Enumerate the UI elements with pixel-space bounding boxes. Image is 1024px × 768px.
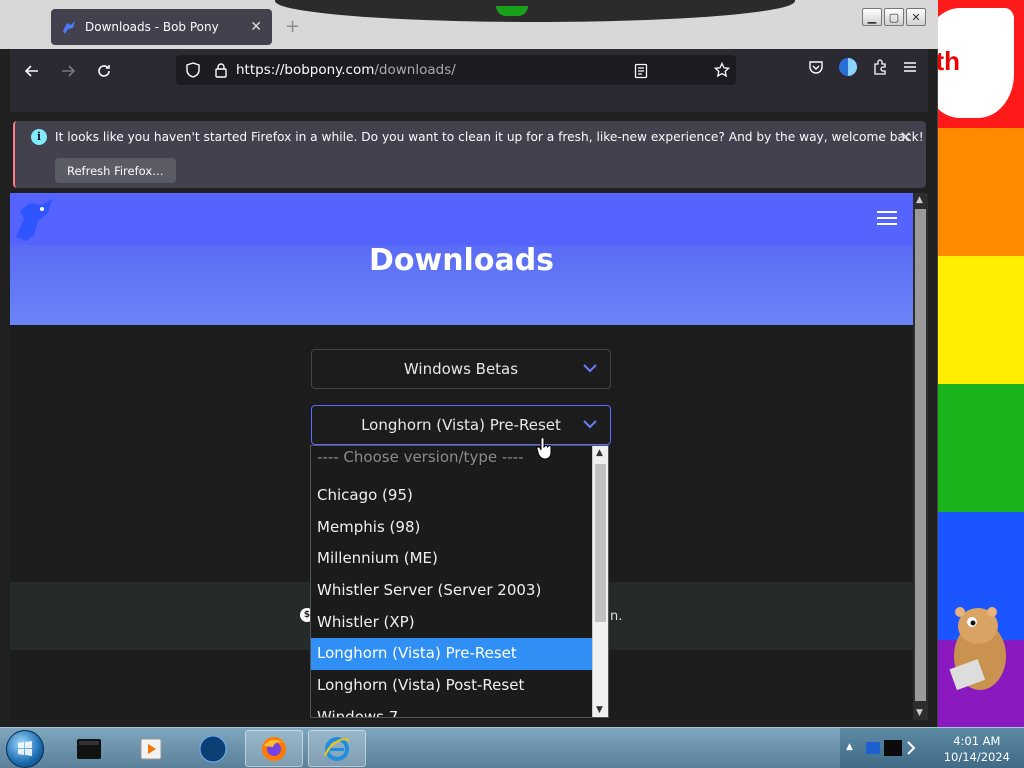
tab-close-icon[interactable]: ✕ [250, 19, 262, 35]
page-title: Downloads [368, 243, 555, 278]
clock-date: 10/14/2024 [943, 750, 1010, 764]
dropdown-option[interactable]: Longhorn (Vista) Post-Reset [311, 670, 593, 702]
bobpony-logo-icon[interactable] [12, 197, 58, 243]
tray-icons[interactable] [864, 736, 922, 760]
tab-downloads[interactable]: Downloads - Bob Pony ✕ [51, 9, 272, 45]
tab-title: Downloads - Bob Pony [85, 20, 219, 34]
category-select[interactable]: Windows Betas [311, 349, 611, 389]
chevron-down-icon [583, 420, 597, 429]
system-tray: ▲ 4:01 AM 10/14/2024 [840, 728, 1024, 768]
dropdown-scrollbar-thumb[interactable] [595, 464, 606, 622]
dropdown-option[interactable]: Whistler (XP) [311, 607, 593, 639]
notification-close-icon[interactable]: ✕ [899, 128, 912, 146]
firefox-icon [262, 736, 286, 761]
taskbar-app-ie[interactable] [308, 730, 366, 767]
chevron-down-icon [583, 364, 597, 373]
title-bar: Downloads - Bob Pony ✕ + ▁ ▢ ✕ [0, 0, 938, 49]
url-host: https://bobpony.com [236, 62, 375, 78]
page-scrollbar[interactable]: ▲ ▼ [913, 193, 928, 720]
version-select-value: Longhorn (Vista) Pre-Reset [361, 416, 561, 434]
dropdown-scrollbar[interactable]: ▲ ▼ [592, 446, 608, 717]
hand-cursor-icon [536, 438, 552, 460]
globe-icon [199, 735, 227, 762]
version-select[interactable]: Longhorn (Vista) Pre-Reset [311, 405, 611, 445]
hamster-sticker-icon [949, 607, 1006, 691]
taskbar-app-globe[interactable] [184, 730, 242, 767]
scroll-up-icon[interactable]: ▲ [596, 448, 603, 458]
start-button[interactable] [6, 730, 44, 768]
notification-message: It looks like you haven't started Firefo… [55, 130, 924, 144]
menu-hamburger-icon[interactable] [902, 59, 918, 75]
dropdown-option[interactable]: Whistler Server (Server 2003) [311, 575, 593, 607]
dropdown-option-selected[interactable]: Longhorn (Vista) Pre-Reset [311, 638, 593, 671]
navigation-bar: https://bobpony.com/downloads/ [10, 49, 928, 92]
maximize-icon[interactable]: ▢ [884, 8, 904, 26]
internet-explorer-icon [324, 736, 350, 761]
refresh-firefox-button[interactable]: Refresh Firefox… [55, 158, 176, 183]
dropdown-option[interactable]: Memphis (98) [311, 512, 593, 544]
site-menu-icon[interactable] [877, 211, 897, 229]
reader-view-icon[interactable] [634, 63, 648, 79]
forward-icon[interactable] [50, 55, 86, 87]
media-center-icon [77, 738, 101, 759]
dropdown-option[interactable]: Millennium (ME) [311, 543, 593, 575]
url-path: /downloads/ [374, 62, 456, 78]
tracking-shield-icon[interactable] [186, 62, 200, 78]
clock[interactable]: 4:01 AM 10/14/2024 [944, 733, 1010, 765]
show-hidden-icons-icon[interactable]: ▲ [846, 742, 853, 752]
windows-logo-icon [18, 741, 32, 756]
close-window-icon[interactable]: ✕ [906, 8, 926, 26]
dropdown-option[interactable]: Chicago (95) [311, 480, 593, 512]
scroll-down-icon[interactable]: ▼ [596, 705, 603, 715]
bobpony-favicon-icon [63, 21, 75, 34]
new-tab-icon[interactable]: + [285, 16, 300, 37]
window-controls: ▁ ▢ ✕ [862, 8, 926, 26]
taskbar-app-media[interactable] [60, 730, 118, 767]
page-header: Downloads [10, 193, 913, 325]
lock-icon[interactable] [214, 62, 228, 78]
reload-icon[interactable] [86, 55, 122, 87]
version-dropdown-list: ---- Choose version/type ---- Chicago (9… [310, 445, 609, 718]
wallpaper-text: th [935, 46, 960, 76]
taskbar-app-player[interactable] [122, 730, 180, 767]
back-icon[interactable] [14, 55, 50, 87]
taskbar-app-firefox[interactable] [245, 730, 303, 767]
category-select-value: Windows Betas [403, 360, 519, 378]
dropdown-option[interactable]: Windows 7 [311, 702, 593, 717]
footer-text: n. [610, 609, 623, 624]
clock-time: 4:01 AM [953, 734, 1001, 748]
minimize-icon[interactable]: ▁ [862, 8, 882, 26]
url-bar[interactable]: https://bobpony.com/downloads/ [176, 55, 736, 85]
scrollbar-thumb[interactable] [915, 209, 926, 701]
account-avatar-icon[interactable] [838, 57, 858, 77]
bookmark-star-icon[interactable] [714, 62, 730, 78]
scroll-up-icon[interactable]: ▲ [916, 195, 923, 205]
scroll-down-icon[interactable]: ▼ [916, 708, 923, 718]
extensions-icon[interactable] [872, 59, 888, 75]
media-player-icon [140, 738, 162, 759]
taskbar: ▲ 4:01 AM 10/14/2024 [0, 727, 1024, 768]
refresh-notification-bar: i It looks like you haven't started Fire… [13, 121, 926, 188]
info-icon: i [31, 129, 47, 145]
pocket-icon[interactable] [808, 59, 824, 75]
